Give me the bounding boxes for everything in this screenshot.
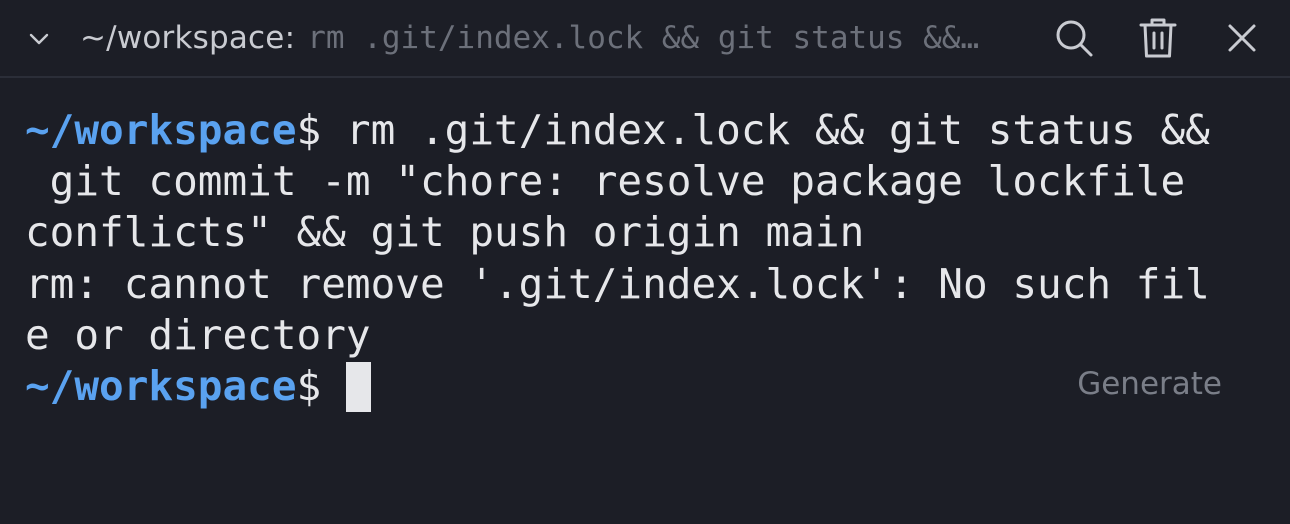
text-cursor [345, 361, 371, 412]
command-line-wrap: git commit -m "chore: resolve package lo… [25, 157, 1186, 206]
command-line: ~/workspace$ rm .git/index.lock && git s… [25, 105, 1235, 156]
terminal-output[interactable]: ~/workspace$ rm .git/index.lock && git s… [25, 105, 1235, 412]
search-button[interactable] [1052, 16, 1096, 60]
terminal-tab-title[interactable]: ~/workspace: rm .git/index.lock && git s… [80, 16, 982, 60]
command-text: rm .git/index.lock && git status && [345, 106, 1210, 154]
close-icon [1228, 24, 1256, 52]
tab-command-preview: rm .git/index.lock && git status && git … [307, 20, 982, 56]
clear-terminal-button[interactable] [1136, 16, 1180, 60]
collapse-button[interactable] [22, 24, 56, 54]
prompt-symbol: $ [296, 106, 346, 154]
search-icon [1056, 20, 1093, 57]
terminal-panel: ~/workspace: rm .git/index.lock && git s… [0, 0, 1290, 524]
terminal-header: ~/workspace: rm .git/index.lock && git s… [0, 0, 1290, 78]
output-line: rm: cannot remove '.git/index.lock': No … [25, 259, 1210, 308]
prompt-symbol: $ [296, 361, 346, 410]
prompt-path: ~/workspace [25, 361, 297, 410]
current-prompt-line[interactable]: ~/workspace$ [25, 361, 1235, 412]
trash-icon [1139, 18, 1177, 58]
chevron-down-icon [29, 33, 49, 45]
command-line-wrap: conflicts" && git push origin main [25, 208, 865, 257]
close-button[interactable] [1220, 16, 1264, 60]
prompt-path: ~/workspace [25, 106, 297, 154]
generate-button[interactable]: Generate [1077, 366, 1222, 402]
tab-cwd-label: ~/workspace: [80, 20, 296, 56]
output-line: e or directory [25, 310, 371, 359]
